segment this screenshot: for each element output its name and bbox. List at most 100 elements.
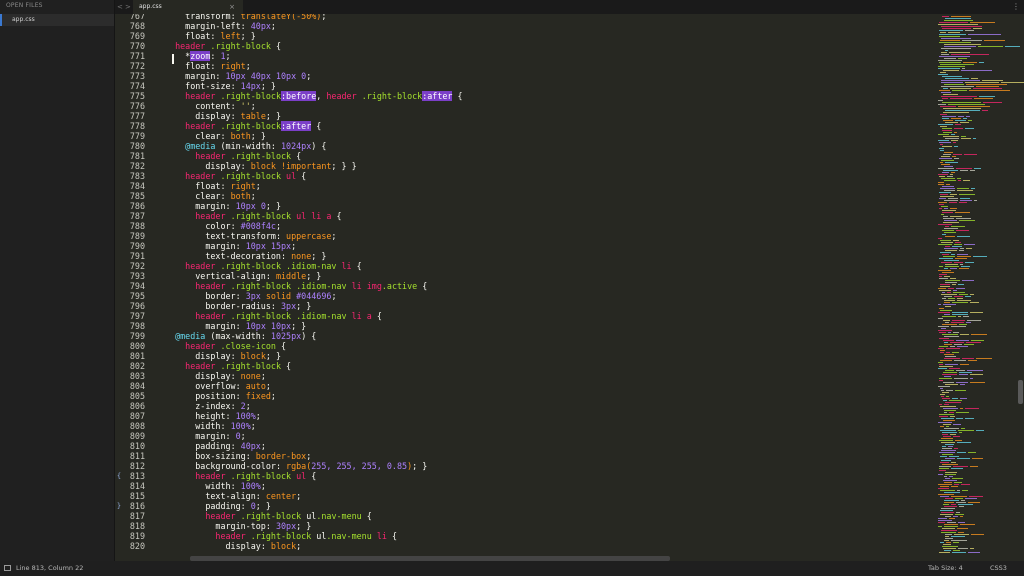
code-line[interactable]: 793 vertical-align: middle; } xyxy=(115,271,935,281)
code-line[interactable]: 780 @media (min-width: 1024px) { xyxy=(115,141,935,151)
code-text[interactable]: display: table; } xyxy=(165,111,281,121)
code-text[interactable]: border-radius: 3px; } xyxy=(165,301,311,311)
code-text[interactable]: width: 100%; xyxy=(165,481,266,491)
back-arrow-icon[interactable]: < xyxy=(117,0,123,14)
code-line[interactable]: 771 *zoom: 1; xyxy=(115,51,935,61)
code-text[interactable]: header .right-block ul.nav-menu { xyxy=(165,511,371,521)
code-text[interactable]: margin: 10px 10px; } xyxy=(165,321,306,331)
panel-toggle-icon[interactable] xyxy=(4,565,11,571)
code-line[interactable]: 802 header .right-block { xyxy=(115,361,935,371)
code-text[interactable]: z-index: 2; xyxy=(165,401,251,411)
code-line[interactable]: 800 header .close-icon { xyxy=(115,341,935,351)
code-text[interactable]: header .right-block { xyxy=(165,41,281,51)
code-line[interactable]: 790 margin: 10px 15px; xyxy=(115,241,935,251)
code-line[interactable]: 772 float: right; xyxy=(115,61,935,71)
code-text[interactable]: vertical-align: middle; } xyxy=(165,271,321,281)
code-line[interactable]: 775 header .right-block:before, header .… xyxy=(115,91,935,101)
code-text[interactable]: float: right; xyxy=(165,181,261,191)
code-text[interactable]: text-decoration: none; } xyxy=(165,251,326,261)
code-line[interactable]: 782 display: block !important; } } xyxy=(115,161,935,171)
code-line[interactable]: 784 float: right; xyxy=(115,181,935,191)
syntax-indicator[interactable]: CSS3 xyxy=(990,561,1007,576)
code-line[interactable]: 787 header .right-block ul li a { xyxy=(115,211,935,221)
code-line[interactable]: 773 margin: 10px 40px 10px 0; xyxy=(115,71,935,81)
code-line[interactable]: 776 content: ''; xyxy=(115,101,935,111)
code-text[interactable]: margin: 10px 40px 10px 0; xyxy=(165,71,311,81)
code-text[interactable]: header .right-block:after { xyxy=(165,121,321,131)
code-text[interactable]: float: left; } xyxy=(165,31,256,41)
code-text[interactable]: header .right-block ul li a { xyxy=(165,211,341,221)
code-text[interactable]: @media (min-width: 1024px) { xyxy=(165,141,326,151)
forward-arrow-icon[interactable]: > xyxy=(125,0,131,14)
code-line[interactable]: 798 margin: 10px 10px; } xyxy=(115,321,935,331)
code-line[interactable]: 777 display: table; } xyxy=(115,111,935,121)
code-text[interactable]: transform: translateY(-50%); xyxy=(165,14,326,21)
code-line[interactable]: 767 transform: translateY(-50%); xyxy=(115,14,935,21)
code-line[interactable]: 781 header .right-block { xyxy=(115,151,935,161)
code-line[interactable]: 809 margin: 0; xyxy=(115,431,935,441)
code-line[interactable]: 811 box-sizing: border-box; xyxy=(115,451,935,461)
code-line[interactable]: 774 font-size: 14px; } xyxy=(115,81,935,91)
menu-icon[interactable]: ⋮ xyxy=(1012,0,1020,14)
code-text[interactable]: header .right-block .idiom-nav li { xyxy=(165,261,362,271)
code-text[interactable]: text-align: center; xyxy=(165,491,301,501)
code-text[interactable]: margin: 0; xyxy=(165,431,245,441)
code-text[interactable]: height: 100%; xyxy=(165,411,261,421)
code-text[interactable]: margin-left: 40px; xyxy=(165,21,276,31)
code-text[interactable]: *zoom: 1; xyxy=(165,51,231,61)
code-line[interactable]: 770 header .right-block { xyxy=(115,41,935,51)
code-text[interactable]: header .right-block ul.nav-menu li { xyxy=(165,531,397,541)
code-line[interactable]: 810 padding: 40px; xyxy=(115,441,935,451)
code-line[interactable]: 768 margin-left: 40px; xyxy=(115,21,935,31)
tab-app-css[interactable]: app.css × xyxy=(133,0,243,14)
code-text[interactable]: margin: 10px 0; } xyxy=(165,201,281,211)
code-line[interactable]: 808 width: 100%; xyxy=(115,421,935,431)
code-text[interactable]: padding: 0; } xyxy=(165,501,271,511)
code-text[interactable]: header .right-block ul { xyxy=(165,171,306,181)
code-text[interactable]: border: 3px solid #044696; xyxy=(165,291,336,301)
code-line[interactable]: 789 text-transform: uppercase; xyxy=(115,231,935,241)
code-text[interactable]: box-sizing: border-box; xyxy=(165,451,311,461)
code-text[interactable]: float: right; xyxy=(165,61,251,71)
code-text[interactable]: header .right-block { xyxy=(165,151,301,161)
code-text[interactable]: header .right-block ul { xyxy=(165,471,316,481)
code-line[interactable]: {813 header .right-block ul { xyxy=(115,471,935,481)
code-text[interactable]: margin: 10px 15px; xyxy=(165,241,296,251)
code-text[interactable]: header .right-block:before, header .righ… xyxy=(165,91,463,101)
code-line[interactable]: 801 display: block; } xyxy=(115,351,935,361)
code-line[interactable]: 807 height: 100%; xyxy=(115,411,935,421)
code-text[interactable]: clear: both; } xyxy=(165,131,266,141)
code-line[interactable]: 799 @media (max-width: 1025px) { xyxy=(115,331,935,341)
minimap[interactable] xyxy=(936,14,1024,561)
code-text[interactable]: clear: both; xyxy=(165,191,256,201)
code-text[interactable]: @media (max-width: 1025px) { xyxy=(165,331,316,341)
vertical-scrollbar[interactable] xyxy=(1018,380,1023,404)
code-text[interactable]: display: block; } xyxy=(165,351,281,361)
fold-marker[interactable]: { xyxy=(115,471,123,481)
code-text[interactable]: width: 100%; xyxy=(165,421,256,431)
code-line[interactable]: 814 width: 100%; xyxy=(115,481,935,491)
code-line[interactable]: } 816 padding: 0; } xyxy=(115,501,935,511)
code-line[interactable]: 820 display: block; xyxy=(115,541,935,551)
code-line[interactable]: 783 header .right-block ul { xyxy=(115,171,935,181)
code-line[interactable]: 812 background-color: rgba(255, 255, 255… xyxy=(115,461,935,471)
code-text[interactable]: padding: 40px; xyxy=(165,441,266,451)
code-line[interactable]: 803 display: none; xyxy=(115,371,935,381)
code-line[interactable]: 815 text-align: center; xyxy=(115,491,935,501)
code-line[interactable]: 797 header .right-block .idiom-nav li a … xyxy=(115,311,935,321)
code-text[interactable]: position: fixed; xyxy=(165,391,276,401)
code-text[interactable]: font-size: 14px; } xyxy=(165,81,276,91)
code-line[interactable]: 805 position: fixed; xyxy=(115,391,935,401)
code-line[interactable]: 792 header .right-block .idiom-nav li { xyxy=(115,261,935,271)
code-line[interactable]: 786 margin: 10px 0; } xyxy=(115,201,935,211)
code-text[interactable]: header .right-block .idiom-nav li img.ac… xyxy=(165,281,427,291)
code-editor[interactable]: 767 transform: translateY(-50%); 768 marg… xyxy=(115,14,935,561)
code-text[interactable]: text-transform: uppercase; xyxy=(165,231,336,241)
code-line[interactable]: 806 z-index: 2; xyxy=(115,401,935,411)
fold-marker[interactable]: } xyxy=(115,501,123,511)
close-icon[interactable]: × xyxy=(229,0,235,14)
code-text[interactable]: content: ''; xyxy=(165,101,256,111)
code-text[interactable]: background-color: rgba(255, 255, 255, 0.… xyxy=(165,461,427,471)
code-line[interactable]: 795 border: 3px solid #044696; xyxy=(115,291,935,301)
code-line[interactable]: 819 header .right-block ul.nav-menu li { xyxy=(115,531,935,541)
